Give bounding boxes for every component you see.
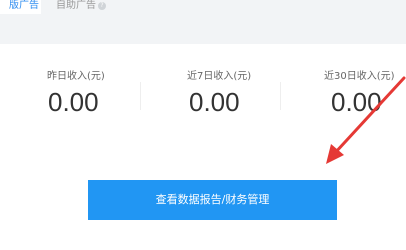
tab-active[interactable]: 版广告 [0,0,41,14]
stat-value-30-days: 0.00 [331,87,382,117]
tab-bar: 版广告 自助广告? [0,0,406,44]
view-report-finance-button[interactable]: 查看数据报告/财务管理 [88,180,337,220]
stat-label-yesterday: 昨日收入(元) [47,71,105,82]
tab-self-service-ads[interactable]: 自助广告? [56,0,106,14]
stat-value-yesterday: 0.00 [48,87,99,117]
divider [140,82,141,110]
stat-label-30-days: 近30日收入(元) [324,71,395,82]
stat-value-7-days: 0.00 [189,87,240,117]
stat-label-7-days: 近7日收入(元) [187,71,252,82]
info-icon[interactable]: ? [98,2,106,10]
divider [280,82,281,110]
tab-self-service-ads-label: 自助广告 [56,0,96,11]
